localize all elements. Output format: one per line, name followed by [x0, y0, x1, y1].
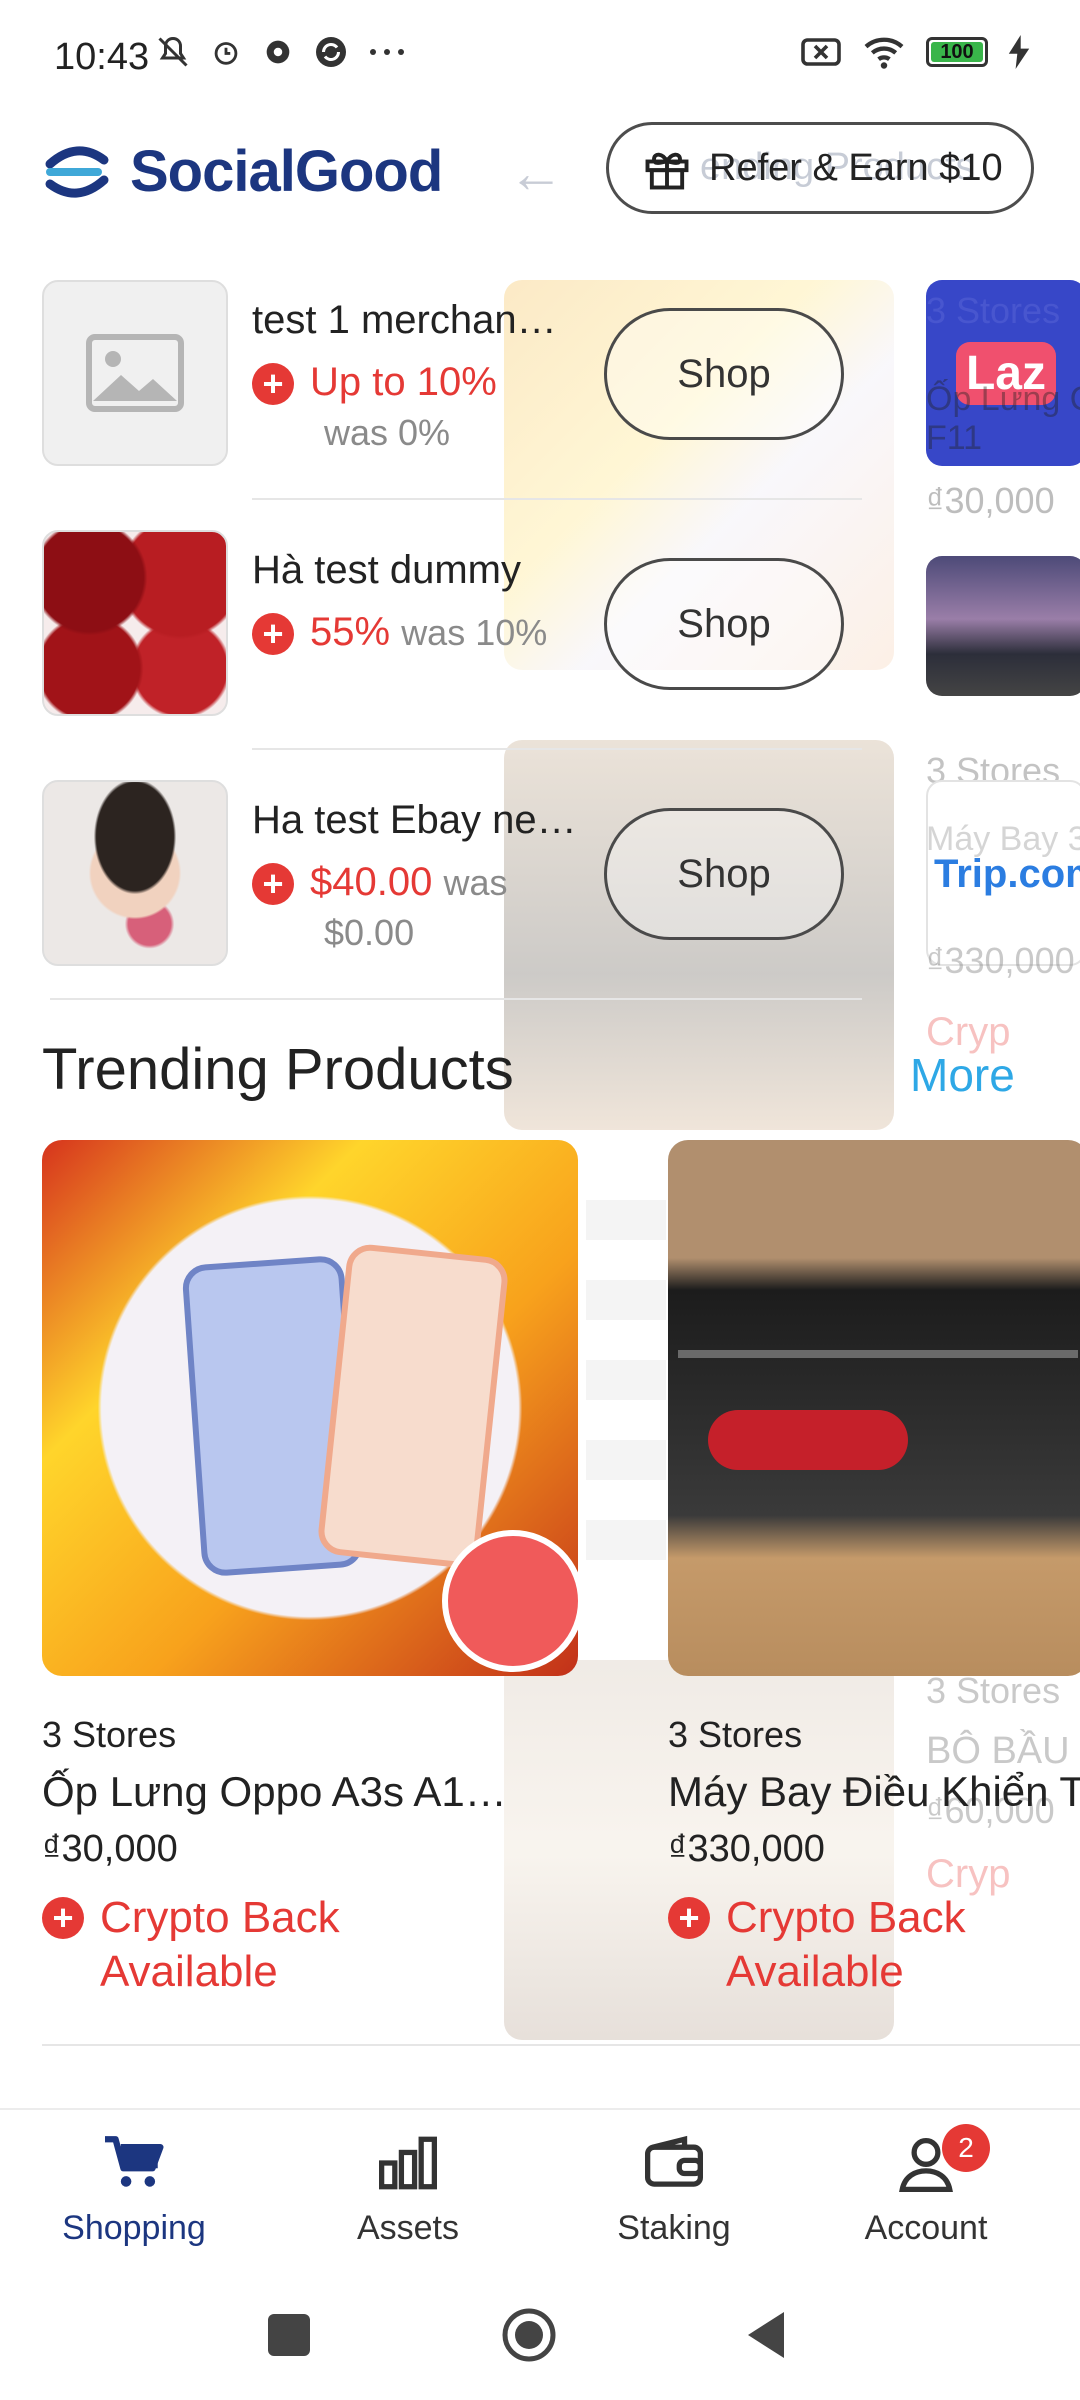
wallet-icon	[645, 2135, 703, 2187]
shop-button[interactable]: Shop	[604, 808, 844, 940]
product-name: Máy Bay Điều Khiển T…	[668, 1768, 1080, 1815]
merchant-rate: +55% was 10%	[252, 610, 547, 656]
trip-logo-card: Trip.com	[926, 780, 1080, 966]
product-card[interactable]: 3 Stores Ốp Lưng Oppo A3s A1… ₫30,000 + …	[42, 1140, 602, 1999]
status-icons-right: 100	[800, 34, 1030, 70]
merchant-row-1[interactable]: test 1 merchan… + Up to 10% was 0% Shop	[42, 280, 862, 470]
status-bar: 10:43 100	[0, 0, 1080, 110]
nav-label: Assets	[356, 2209, 460, 2247]
plus-circle-icon: +	[252, 613, 294, 656]
lake-image	[926, 556, 1080, 696]
recents-icon[interactable]	[268, 2314, 310, 2356]
merchant-rate: + Up to 10%	[252, 360, 497, 406]
home-icon[interactable]	[500, 2306, 558, 2364]
nav-label: Account	[864, 2209, 988, 2247]
nav-label: Shopping	[62, 2209, 206, 2247]
crypto-back-badge: + Crypto Back Available	[42, 1891, 602, 1999]
battery-icon: 100	[926, 37, 988, 67]
nav-shopping[interactable]: Shopping	[24, 2134, 244, 2248]
product-image-helicopter	[668, 1140, 1080, 1676]
merchant-thumb-placeholder	[42, 280, 228, 466]
image-placeholder-icon	[86, 334, 184, 412]
merchant-rate: + $40.00 was	[252, 860, 508, 906]
divider	[252, 498, 862, 500]
status-time: 10:43	[54, 36, 150, 78]
nav-staking[interactable]: Staking	[564, 2134, 784, 2248]
product-price: ₫330,000	[668, 1828, 825, 1870]
merchant-thumb-lipstick	[42, 530, 228, 716]
product-price: ₫30,000	[42, 1828, 178, 1870]
shop-button[interactable]: Shop	[604, 308, 844, 440]
brand-name: SocialGood	[130, 139, 443, 204]
product-image-phonecase	[42, 1140, 578, 1676]
sim-off-icon	[801, 38, 841, 66]
product-name: Ốp Lưng Oppo A3s A1…	[42, 1768, 507, 1815]
back-icon[interactable]	[744, 2310, 788, 2360]
plus-circle-icon: +	[668, 1897, 710, 1939]
product-stores: 3 Stores	[668, 1714, 803, 1755]
brand-logo: SocialGood	[42, 138, 443, 205]
notification-badge: 2	[942, 2124, 990, 2172]
more-link[interactable]: More	[910, 1048, 1015, 1102]
battery-level: 100	[940, 40, 974, 63]
crypto-back-badge: + Crypto Back Available	[668, 1891, 1080, 1999]
sync-icon	[316, 37, 346, 67]
alarm-icon	[214, 42, 238, 65]
bell-off-icon	[158, 36, 188, 67]
nav-account[interactable]: 2 Account	[816, 2124, 1036, 2248]
divider	[42, 2044, 1080, 2046]
more-dots-icon	[370, 49, 404, 55]
wifi-icon	[864, 37, 904, 69]
merchant-name: Hà test dummy	[252, 548, 521, 592]
status-icons-left	[155, 34, 407, 70]
socialgood-logo-icon	[45, 145, 109, 198]
nav-label: Staking	[617, 2209, 731, 2247]
product-card[interactable]: 3 Stores Máy Bay Điều Khiển T… ₫330,000 …	[668, 1140, 1080, 1999]
plus-circle-icon: +	[42, 1897, 84, 1939]
divider	[50, 998, 862, 1000]
refer-earn-label: Refer & Earn $10	[709, 146, 1003, 189]
gear-icon	[266, 40, 290, 64]
bottom-nav: Shopping Assets Staking 2 Account	[0, 2108, 1080, 2280]
merchant-thumb-portrait	[42, 780, 228, 966]
product-stores: 3 Stores	[42, 1714, 177, 1755]
merchant-name: test 1 merchan…	[252, 298, 557, 342]
merchant-was: $0.00	[324, 912, 415, 953]
merchant-row-2[interactable]: Hà test dummy +55% was 10% Shop	[42, 530, 862, 720]
merchant-was: was 0%	[324, 412, 451, 453]
shop-button[interactable]: Shop	[604, 558, 844, 690]
cart-icon	[105, 2136, 164, 2187]
charging-icon	[1008, 35, 1030, 69]
refer-earn-button[interactable]: Refer & Earn $10	[606, 122, 1034, 214]
bar-chart-icon	[379, 2136, 437, 2190]
trending-title: Trending Products	[42, 1037, 514, 1102]
back-arrow-icon[interactable]: ←	[508, 140, 564, 205]
merchant-row-3[interactable]: Ha test Ebay ne… + $40.00 was $0.00 Shop	[42, 780, 862, 970]
gift-icon	[645, 152, 689, 190]
merchant-name: Ha test Ebay ne…	[252, 798, 577, 842]
divider	[252, 748, 862, 750]
plus-circle-icon: +	[252, 363, 294, 406]
plus-circle-icon: +	[252, 863, 294, 906]
nav-assets[interactable]: Assets	[298, 2134, 518, 2248]
system-nav-bar	[0, 2278, 1080, 2400]
